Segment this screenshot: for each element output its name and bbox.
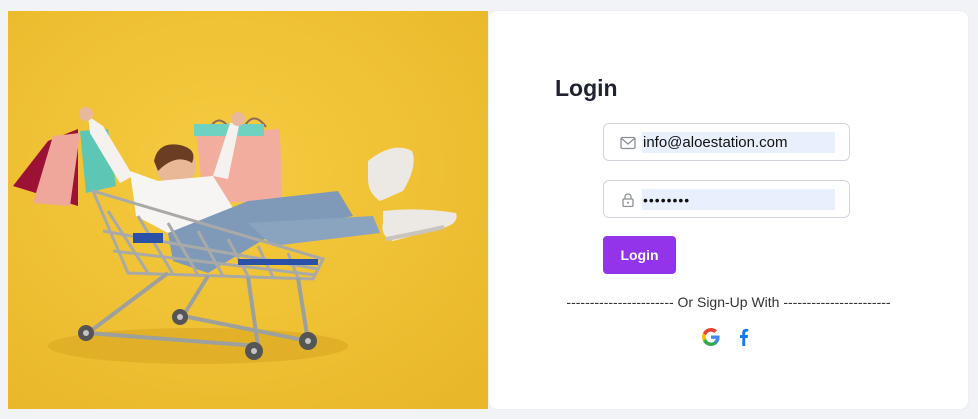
login-title: Login: [555, 75, 618, 101]
facebook-icon[interactable]: [735, 328, 753, 346]
login-button[interactable]: Login: [603, 236, 676, 274]
email-field[interactable]: [603, 123, 850, 161]
shopping-cart-illustration: [8, 11, 488, 409]
password-input[interactable]: [642, 189, 835, 210]
signup-divider: ----------------------- Or Sign-Up With …: [566, 294, 891, 310]
login-page: Login Login ----------------------- Or S…: [0, 0, 978, 419]
mail-icon: [620, 136, 636, 150]
email-input[interactable]: [642, 132, 835, 153]
google-icon[interactable]: [702, 328, 720, 346]
hero-image: [8, 11, 488, 409]
login-card: Login Login ----------------------- Or S…: [489, 11, 968, 409]
lock-icon: [622, 193, 634, 207]
password-field[interactable]: [603, 180, 850, 218]
